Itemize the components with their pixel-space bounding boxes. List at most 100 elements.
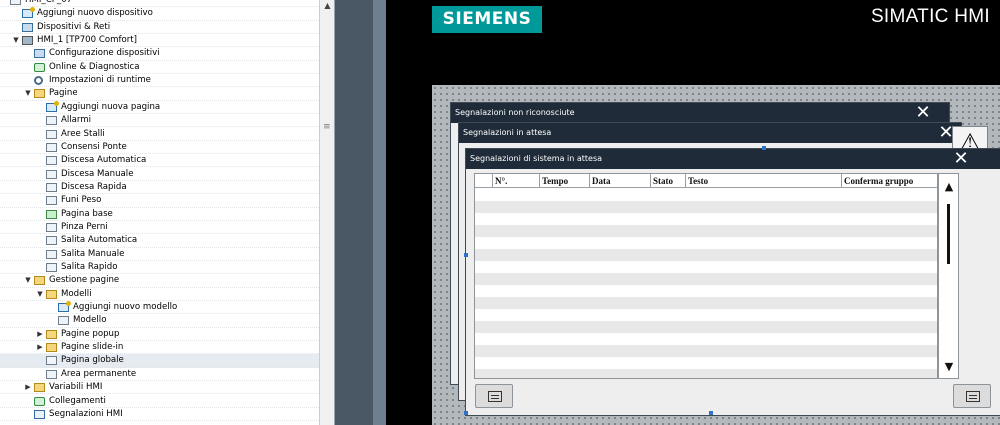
column-header-text[interactable]: Testo bbox=[686, 174, 842, 188]
tree-item[interactable]: Online & Diagnostica bbox=[0, 61, 319, 75]
simatic-hmi-title: SIMATIC HMI bbox=[870, 6, 990, 27]
expand-arrow-right-icon[interactable]: ▶ bbox=[36, 341, 44, 354]
tree-item-label: Discesa Rapida bbox=[61, 181, 127, 192]
tree-item[interactable]: Aggiungi nuovo modello bbox=[0, 301, 319, 315]
table-row[interactable] bbox=[475, 225, 937, 237]
template-icon bbox=[58, 316, 69, 326]
table-row[interactable] bbox=[475, 345, 937, 357]
tree-item[interactable]: Discesa Rapida bbox=[0, 181, 319, 195]
scroll-down-arrow-icon[interactable]: ▼ bbox=[943, 360, 955, 373]
scroll-thumb[interactable] bbox=[947, 204, 950, 264]
table-row[interactable] bbox=[475, 273, 937, 285]
column-header-status[interactable]: Stato bbox=[651, 174, 686, 188]
selection-handle[interactable] bbox=[762, 146, 766, 150]
global-screen-canvas[interactable]: Segnalazioni non riconosciute ✕ Segnalaz… bbox=[432, 85, 1000, 425]
tree-item[interactable]: ▼ Modelli bbox=[0, 288, 319, 301]
column-header-time[interactable]: Tempo bbox=[540, 174, 590, 188]
tree-item[interactable]: Aree Stalli bbox=[0, 128, 319, 141]
tree-item-label: Aggiungi nuovo dispositivo bbox=[37, 8, 153, 19]
table-row[interactable] bbox=[475, 321, 937, 333]
table-row[interactable] bbox=[475, 213, 937, 225]
selection-handle[interactable] bbox=[464, 411, 468, 415]
panel-splitter[interactable] bbox=[335, 0, 373, 425]
close-icon[interactable]: ✕ bbox=[914, 104, 932, 122]
expand-arrow-down-icon[interactable]: ▼ bbox=[12, 34, 20, 47]
tree-scrollbar[interactable]: ▲ ≡ bbox=[319, 0, 334, 425]
close-icon[interactable]: ✕ bbox=[952, 150, 970, 168]
expand-arrow-right-icon[interactable]: ▶ bbox=[24, 381, 32, 394]
tree-item[interactable]: Collegamenti bbox=[0, 395, 319, 408]
tree-item[interactable]: Aggiungi nuova pagina bbox=[0, 100, 319, 115]
tree-item[interactable]: Pagina base bbox=[0, 208, 319, 221]
column-header-icon[interactable] bbox=[475, 174, 493, 188]
tree-item[interactable]: Salita Rapido bbox=[0, 261, 319, 275]
selection-handle[interactable] bbox=[709, 411, 713, 415]
table-row[interactable] bbox=[475, 261, 937, 273]
base-page-icon bbox=[46, 209, 57, 219]
device-config-icon bbox=[34, 49, 45, 59]
tree-item[interactable]: Configurazione dispositivi bbox=[0, 47, 319, 61]
scroll-up-arrow-icon[interactable]: ▲ bbox=[943, 180, 955, 193]
tree-item-label: Pagina base bbox=[61, 208, 113, 219]
expand-arrow-down-icon[interactable]: ▼ bbox=[24, 87, 32, 100]
table-row[interactable] bbox=[475, 357, 937, 369]
tree-item[interactable]: Discesa Manuale bbox=[0, 168, 319, 181]
tree-item[interactable]: Discesa Automatica bbox=[0, 154, 319, 168]
expand-arrow-right-icon[interactable]: ▶ bbox=[36, 328, 44, 341]
scroll-up-arrow-icon[interactable]: ▲ bbox=[322, 1, 333, 11]
column-header-number[interactable]: N°. bbox=[493, 174, 540, 188]
tree-item[interactable]: ▶ Pagine slide-in bbox=[0, 341, 319, 355]
page-icon bbox=[46, 156, 57, 166]
table-row[interactable] bbox=[475, 249, 937, 261]
acknowledge-icon bbox=[966, 391, 980, 402]
tree-item-label: Aggiungi nuova pagina bbox=[61, 101, 161, 112]
tree-item[interactable]: Modello bbox=[0, 314, 319, 328]
table-row[interactable] bbox=[475, 285, 937, 297]
tree-item[interactable]: Funi Peso bbox=[0, 194, 319, 208]
tree-item-label: Salita Rapido bbox=[61, 262, 118, 272]
tree-item[interactable]: Salita Manuale bbox=[0, 248, 319, 261]
global-page-icon bbox=[46, 356, 57, 366]
tree-item[interactable]: Salita Automatica bbox=[0, 234, 319, 248]
tree-item-label: Gestione pagine bbox=[49, 275, 120, 286]
table-row[interactable] bbox=[475, 189, 937, 201]
tree-item[interactable]: ▼ Gestione pagine bbox=[0, 274, 319, 288]
acknowledge-button[interactable] bbox=[953, 384, 991, 408]
hmi-alarms-icon bbox=[34, 409, 45, 419]
tree-item[interactable]: Segnalazioni HMI bbox=[0, 408, 319, 422]
table-row[interactable] bbox=[475, 237, 937, 249]
tree-item[interactable]: ▶ Variabili HMI bbox=[0, 381, 319, 395]
column-header-date[interactable]: Data bbox=[590, 174, 651, 188]
runtime-settings-icon bbox=[34, 76, 43, 86]
system-alarms-window[interactable]: Segnalazioni di sistema in attesa ✕ N°. … bbox=[464, 148, 1000, 416]
table-row[interactable] bbox=[475, 369, 937, 378]
alarm-table[interactable]: N°. Tempo Data Stato Testo Conferma grup… bbox=[474, 173, 938, 379]
table-row[interactable] bbox=[475, 309, 937, 321]
tags-folder-icon bbox=[34, 383, 45, 393]
table-row[interactable] bbox=[475, 201, 937, 213]
tree-item[interactable]: Aggiungi nuovo dispositivo bbox=[0, 7, 319, 21]
scrollbar-grip-icon[interactable]: ≡ bbox=[323, 123, 332, 133]
tree-item[interactable]: HMI_CP_07 bbox=[0, 0, 319, 8]
tree-item-label: Pagine slide-in bbox=[61, 342, 124, 353]
table-row[interactable] bbox=[475, 297, 937, 309]
tree-item[interactable]: ▼ HMI_1 [TP700 Comfort] bbox=[0, 34, 319, 48]
table-row[interactable] bbox=[475, 333, 937, 345]
tree-item[interactable]: Pagina globale bbox=[0, 354, 319, 368]
tree-item[interactable]: Pinza Perni bbox=[0, 221, 319, 235]
selection-handle[interactable] bbox=[464, 253, 468, 257]
tree-item[interactable]: ▶ Pagine popup bbox=[0, 328, 319, 342]
tree-item-label: Pagine bbox=[49, 88, 78, 99]
tree-item[interactable]: Allarmi bbox=[0, 114, 319, 128]
expand-arrow-down-icon[interactable]: ▼ bbox=[36, 288, 44, 301]
column-header-group-ack[interactable]: Conferma gruppo bbox=[842, 174, 937, 188]
tree-item[interactable]: Area permanente bbox=[0, 368, 319, 382]
expand-arrow-down-icon[interactable]: ▼ bbox=[24, 274, 32, 287]
tree-item[interactable]: Impostazioni di runtime bbox=[0, 74, 319, 88]
hmi-device-icon bbox=[22, 36, 33, 46]
tree-item[interactable]: Consensi Ponte bbox=[0, 141, 319, 155]
alarm-table-scrollbar[interactable]: ▲ ▼ bbox=[938, 173, 959, 379]
tree-item[interactable]: Dispositivi & Reti bbox=[0, 21, 319, 34]
alarm-info-button[interactable] bbox=[475, 384, 513, 408]
tree-item[interactable]: ▼ Pagine bbox=[0, 87, 319, 101]
